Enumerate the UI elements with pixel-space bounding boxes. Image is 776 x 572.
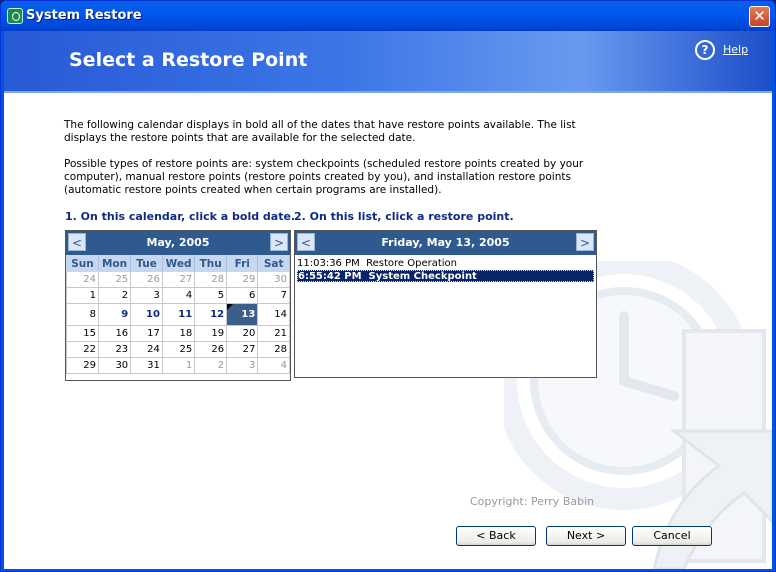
calendar-day[interactable]: 30 (257, 271, 290, 288)
copyright-text: Copyright: Perry Babin (470, 495, 595, 508)
step2-label: 2. On this list, click a restore point. (294, 210, 514, 223)
calendar-day[interactable]: 25 (161, 341, 196, 358)
calendar-day[interactable]: 25 (97, 271, 132, 288)
next-month-button[interactable]: > (270, 233, 288, 251)
restore-point-time: 6:55:42 PM (298, 271, 362, 282)
restore-point-list: < Friday, May 13, 2005 > 11:03:36 PM Res… (294, 230, 597, 378)
calendar-day[interactable]: 2 (194, 357, 228, 374)
step1-label: 1. On this calendar, click a bold date. (65, 210, 296, 223)
next-button[interactable]: Next > (546, 526, 626, 546)
calendar-day[interactable]: 31 (130, 357, 163, 374)
help-icon[interactable]: ? (695, 40, 715, 60)
calendar-day[interactable]: 20 (226, 325, 259, 342)
calendar-day[interactable]: 23 (97, 341, 132, 358)
cancel-button[interactable]: Cancel (632, 526, 712, 546)
calendar-day[interactable]: 2 (97, 287, 132, 304)
restore-point-description: Restore Operation (366, 258, 457, 269)
calendar-day[interactable]: 6 (226, 287, 259, 304)
calendar-day[interactable]: 16 (97, 325, 132, 342)
calendar-day[interactable]: 29 (66, 357, 99, 374)
weekday-header: Mon (97, 255, 132, 272)
calendar-day[interactable]: 27 (226, 341, 259, 358)
calendar-day[interactable]: 21 (257, 325, 290, 342)
calendar-day[interactable]: 3 (130, 287, 163, 304)
system-restore-icon (7, 8, 23, 24)
calendar-day[interactable]: 7 (257, 287, 290, 304)
calendar-day[interactable]: 4 (161, 287, 196, 304)
calendar-description: The following calendar displays in bold … (64, 119, 576, 144)
help-link[interactable]: Help (723, 43, 748, 56)
calendar-day[interactable]: 26 (194, 341, 228, 358)
calendar-day-with-restore-point[interactable]: 10 (130, 303, 163, 326)
calendar-day[interactable]: 22 (66, 341, 99, 358)
calendar-day[interactable]: 3 (226, 357, 259, 374)
system-restore-window: System Restore ✕ Select a Restore Point … (0, 0, 776, 572)
calendar-day[interactable]: 14 (257, 303, 290, 326)
calendar-day[interactable]: 1 (161, 357, 196, 374)
calendar-day-with-restore-point[interactable]: 11 (161, 303, 196, 326)
weekday-header: Sat (257, 255, 290, 272)
calendar-day[interactable]: 29 (226, 271, 259, 288)
page-title: Select a Restore Point (69, 49, 308, 71)
calendar-day[interactable]: 24 (130, 341, 163, 358)
weekday-header: Thu (194, 255, 228, 272)
title-bar[interactable]: System Restore ✕ (1, 1, 775, 31)
calendar-day[interactable]: 30 (97, 357, 132, 374)
calendar-day[interactable]: 18 (161, 325, 196, 342)
calendar-day[interactable]: 1 (66, 287, 99, 304)
calendar-header: < May, 2005 > (66, 231, 290, 255)
calendar-day[interactable]: 15 (66, 325, 99, 342)
calendar-month-title: May, 2005 (146, 236, 210, 249)
calendar-day[interactable]: 28 (257, 341, 290, 358)
close-button[interactable]: ✕ (749, 6, 770, 27)
calendar-grid: Sun Mon Tue Wed Thu Fri Sat 24 25 26 27 (66, 255, 290, 374)
calendar-day[interactable]: 26 (130, 271, 163, 288)
weekday-header: Tue (130, 255, 163, 272)
calendar-day-selected[interactable]: 13 (226, 303, 259, 326)
calendar-day[interactable]: 17 (130, 325, 163, 342)
calendar-day[interactable]: 8 (66, 303, 99, 326)
weekday-header: Wed (161, 255, 196, 272)
back-button[interactable]: < Back (456, 526, 536, 546)
calendar-day[interactable]: 5 (194, 287, 228, 304)
restore-point-item-selected[interactable]: 6:55:42 PM System Checkpoint (297, 270, 594, 282)
calendar-day-with-restore-point[interactable]: 12 (194, 303, 228, 326)
restore-list-date: Friday, May 13, 2005 (381, 236, 510, 249)
restore-types-description: Possible types of restore points are: sy… (64, 158, 584, 196)
calendar-day[interactable]: 24 (66, 271, 99, 288)
calendar-day[interactable]: 4 (257, 357, 290, 374)
restore-calendar: < May, 2005 > Sun Mon Tue Wed Thu Fri Sa… (65, 230, 291, 381)
calendar-day[interactable]: 19 (194, 325, 228, 342)
weekday-header: Sun (66, 255, 99, 272)
header-divider (4, 91, 772, 93)
calendar-day[interactable]: 28 (194, 271, 228, 288)
calendar-day[interactable]: 27 (161, 271, 196, 288)
weekday-header: Fri (226, 255, 259, 272)
window-title: System Restore (26, 8, 142, 23)
wizard-header: Select a Restore Point ? Help (4, 31, 772, 91)
restore-point-time: 11:03:36 PM (297, 258, 360, 269)
calendar-day-with-restore-point[interactable]: 9 (97, 303, 132, 326)
wizard-page: Select a Restore Point ? Help The follow… (4, 31, 772, 569)
restore-point-item[interactable]: 11:03:36 PM Restore Operation (297, 258, 594, 270)
restore-point-description: System Checkpoint (368, 271, 477, 282)
restore-list-header: < Friday, May 13, 2005 > (295, 231, 596, 255)
next-day-button[interactable]: > (576, 233, 594, 251)
